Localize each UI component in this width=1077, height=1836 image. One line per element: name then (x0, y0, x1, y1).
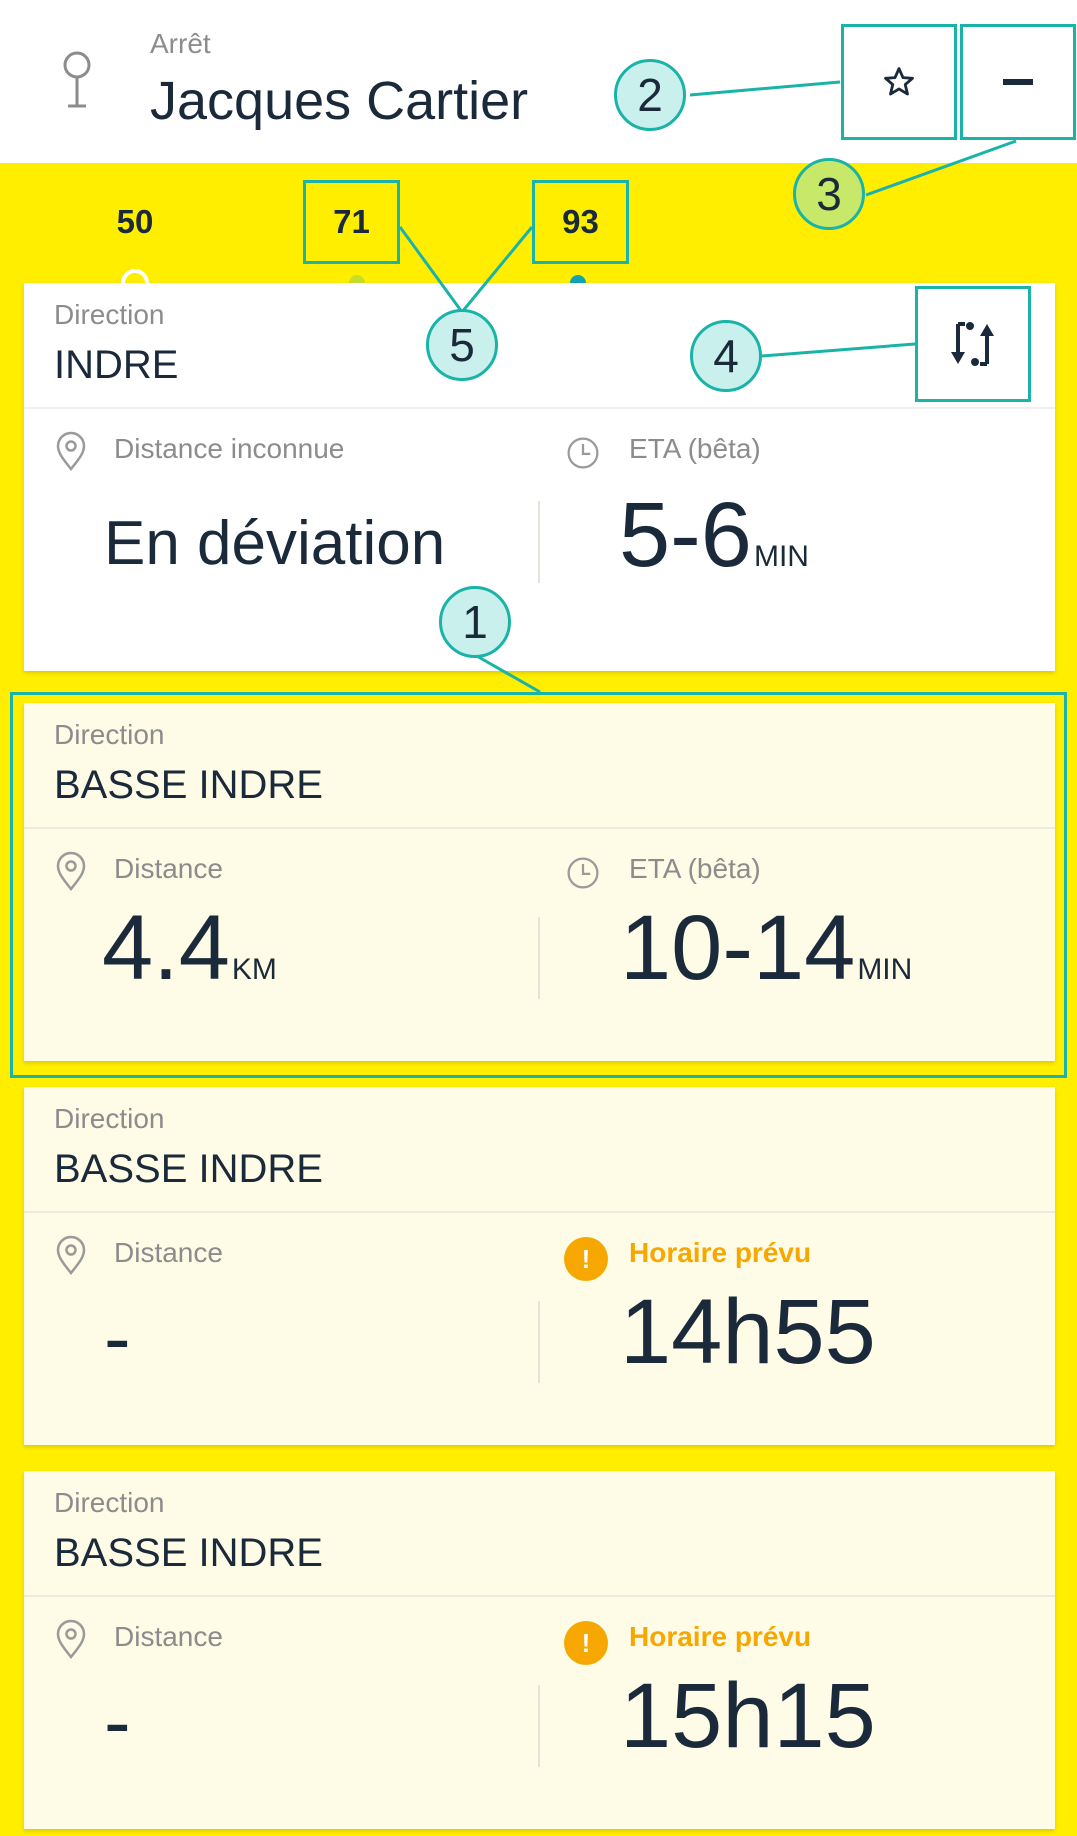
annotation-marker: 3 (793, 158, 865, 230)
annotation-marker: 1 (439, 586, 511, 658)
annotation-leader-lines (398, 80, 1017, 694)
annotation-marker: 2 (614, 59, 686, 131)
annotation-marker: 4 (690, 320, 762, 392)
annotation-marker: 5 (426, 309, 498, 381)
